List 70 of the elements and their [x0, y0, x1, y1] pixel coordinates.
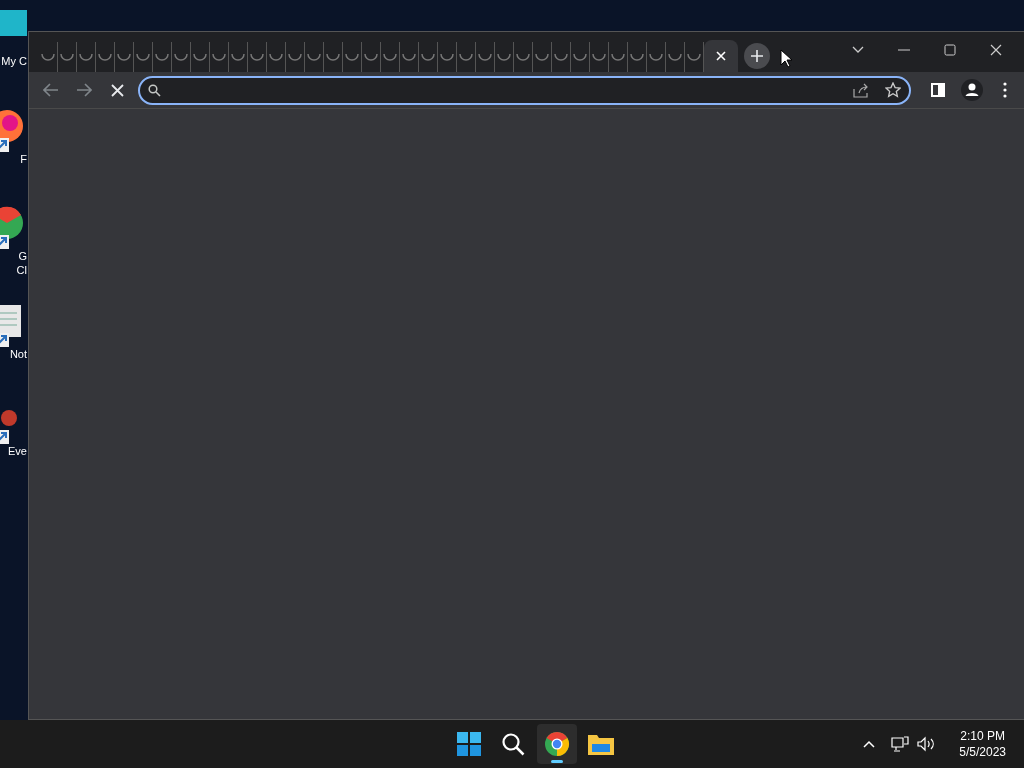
loading-icon	[478, 53, 492, 61]
chevron-down-icon	[852, 46, 864, 54]
shortcut-label[interactable]: F	[20, 152, 27, 166]
loading-icon	[307, 53, 321, 61]
volume-icon[interactable]	[917, 736, 936, 752]
loading-icon	[497, 53, 511, 61]
loading-icon	[136, 53, 150, 61]
folder-icon	[588, 733, 614, 755]
search-icon	[501, 732, 525, 756]
loading-icon	[98, 53, 112, 61]
side-panel-icon	[931, 83, 946, 97]
maximize-icon	[944, 44, 956, 56]
windows-logo-icon	[457, 732, 481, 756]
loading-icon	[79, 53, 93, 61]
mouse-cursor	[780, 49, 792, 68]
loading-icon	[592, 53, 606, 61]
browser-logo-icon	[544, 731, 570, 757]
loading-icon	[421, 53, 435, 61]
new-tab-button[interactable]	[744, 43, 770, 69]
shortcut-label[interactable]: G Cl	[13, 249, 27, 277]
loading-icon	[364, 53, 378, 61]
loading-icon	[459, 53, 473, 61]
close-icon	[990, 44, 1002, 56]
loading-icon	[212, 53, 226, 61]
clock-date[interactable]: 5/5/2023	[959, 744, 1006, 760]
person-icon	[960, 79, 983, 101]
network-icon[interactable]	[891, 735, 910, 753]
loading-icon	[231, 53, 245, 61]
chevron-up-icon	[863, 740, 876, 748]
loading-icon	[516, 53, 530, 61]
loading-icon	[611, 53, 625, 61]
loading-icon	[402, 53, 416, 61]
address-bar[interactable]	[137, 75, 911, 105]
loading-icon	[535, 53, 549, 61]
menu-icon	[1003, 82, 1008, 98]
loading-icon	[687, 53, 701, 61]
loading-icon	[41, 53, 55, 61]
loading-icon	[668, 53, 682, 61]
search-icon	[147, 83, 161, 97]
close-icon[interactable]	[716, 51, 726, 61]
arrow-right-icon	[76, 83, 93, 97]
loading-icon	[345, 53, 359, 61]
shortcut-label[interactable]: Eve	[8, 444, 27, 458]
loading-icon	[117, 53, 131, 61]
minimize-icon	[898, 49, 910, 51]
loading-icon	[573, 53, 587, 61]
arrow-left-icon	[42, 83, 59, 97]
loading-icon	[383, 53, 397, 61]
loading-icon	[155, 53, 169, 61]
loading-icon	[649, 53, 663, 61]
loading-icon	[440, 53, 454, 61]
clock-time[interactable]: 2:10 PM	[959, 728, 1006, 744]
loading-icon	[174, 53, 188, 61]
shortcut-label[interactable]: My C	[1, 54, 27, 68]
loading-icon	[288, 53, 302, 61]
share-icon[interactable]	[852, 82, 869, 98]
loading-icon	[60, 53, 74, 61]
loading-icon	[326, 53, 340, 61]
star-icon[interactable]	[884, 82, 901, 98]
profile-button[interactable]	[958, 76, 986, 104]
loading-icon	[630, 53, 644, 61]
tab[interactable]	[704, 40, 738, 72]
close-icon	[111, 83, 125, 97]
loading-icon	[269, 53, 283, 61]
plus-icon	[750, 49, 764, 63]
chrome-taskbar-button[interactable]	[537, 724, 577, 764]
loading-icon	[193, 53, 207, 61]
loading-icon	[554, 53, 568, 61]
loading-icon	[250, 53, 264, 61]
shortcut-label[interactable]: Not	[9, 347, 27, 361]
